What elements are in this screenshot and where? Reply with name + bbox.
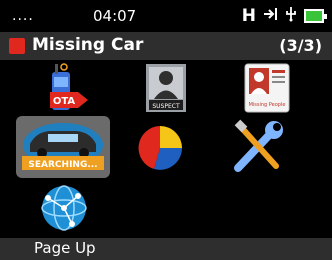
tools-icon <box>234 119 283 172</box>
usb-icon <box>284 6 298 26</box>
missing-people-label: Missing People <box>249 102 286 108</box>
app-statistics[interactable] <box>130 118 190 178</box>
ota-label: OTA <box>53 96 76 107</box>
transfer-icon <box>262 6 278 26</box>
globe-network-icon <box>41 185 87 231</box>
page-up-button[interactable]: Page Up <box>34 239 96 257</box>
status-bar: .... 04:07 H <box>0 0 332 32</box>
battery-icon <box>304 9 327 23</box>
page-counter: (3/3) <box>279 36 322 55</box>
page-title: Missing Car <box>32 35 144 55</box>
app-suspect[interactable]: SUSPECT <box>125 62 207 122</box>
app-missing-car[interactable]: SEARCHING... <box>16 116 110 178</box>
suspect-label: SUSPECT <box>152 103 180 110</box>
status-icons: H <box>241 6 327 26</box>
network-type: H <box>241 6 256 26</box>
title-bar: Missing Car (3/3) <box>0 32 332 60</box>
app-ota[interactable]: OTA <box>26 62 108 122</box>
missing-car-status: SEARCHING... <box>28 160 97 170</box>
title-marker-icon <box>9 38 25 54</box>
pie-chart-icon <box>138 126 182 170</box>
app-grid: OTA SUSPECT Missing People SEARCHING... <box>0 60 332 238</box>
app-network[interactable] <box>34 182 94 234</box>
app-settings[interactable] <box>228 116 288 176</box>
app-missing-people[interactable]: Missing People <box>225 62 307 122</box>
clock: 04:07 <box>93 7 137 25</box>
signal-indicator: .... <box>12 8 34 24</box>
softkey-bar: Page Up <box>0 238 332 260</box>
